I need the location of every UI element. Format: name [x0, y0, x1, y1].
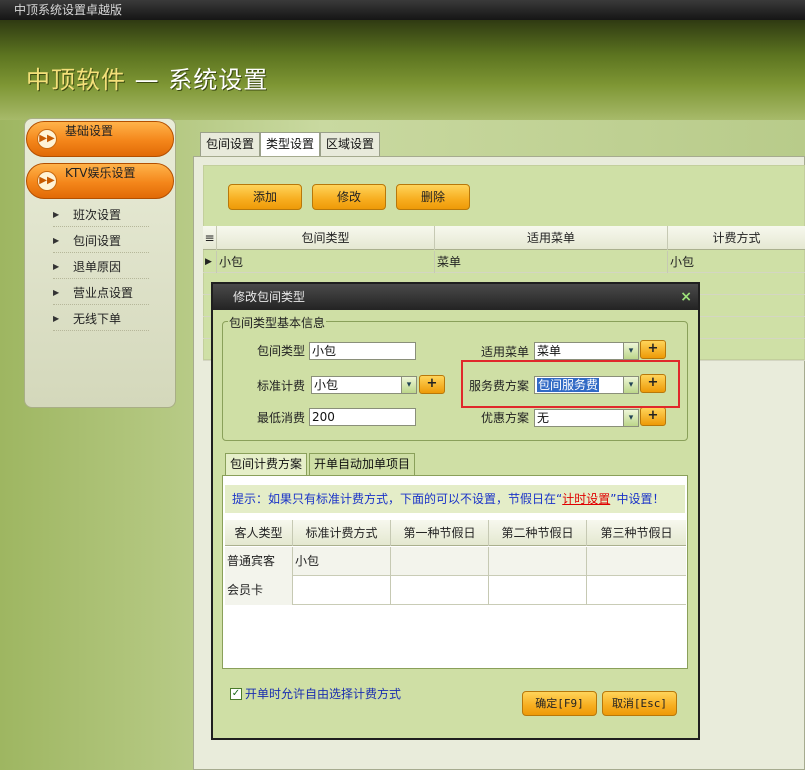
add-menu-button[interactable]: +: [640, 340, 666, 359]
column-header[interactable]: 标准计费方式: [293, 520, 391, 546]
cell-guest-type: 普通宾客: [225, 547, 293, 576]
discount-select[interactable]: 无 ▾: [534, 409, 639, 427]
cell-holiday-2[interactable]: [489, 576, 587, 605]
ok-button[interactable]: 确定[F9]: [522, 691, 597, 716]
caret-right-icon: ▶: [53, 314, 60, 323]
menu-label: 适用菜单: [481, 345, 530, 359]
sidebar: ▶▶ 基础设置 ▶▶ KTV娱乐设置 ▶ 班次设置 ▶ 包间设置 ▶ 退单原因 …: [24, 118, 176, 408]
std-billing-label: 标准计费: [257, 379, 306, 393]
app-title: 中顶软件 — 系统设置: [26, 60, 268, 95]
sidebar-item-refund-reason[interactable]: ▶ 退单原因: [53, 255, 149, 279]
caret-right-icon: ▶: [53, 262, 60, 271]
edit-button[interactable]: 修改: [312, 184, 386, 210]
sidebar-item-outlet[interactable]: ▶ 营业点设置: [53, 281, 149, 305]
cell-holiday-2[interactable]: [489, 547, 587, 576]
min-consume-label: 最低消费: [257, 411, 306, 425]
tab-area-settings[interactable]: 区域设置: [320, 132, 380, 156]
subtab-auto-add-items[interactable]: 开单自动加单项目: [309, 453, 416, 475]
tab-room-settings[interactable]: 包间设置: [200, 132, 260, 156]
menu-select[interactable]: 菜单 ▾: [534, 342, 639, 360]
cell-room-type: 小包: [217, 251, 435, 273]
brand-name: 中顶软件: [26, 66, 126, 94]
hint-suffix: ”中设置！: [610, 492, 665, 506]
hint-text: 提示：如果只有标准计费方式，下面的可以不设置，节假日在“计时设置”中设置！: [225, 485, 685, 513]
discount-value: 无: [537, 411, 550, 425]
sidebar-item-label: 班次设置: [73, 208, 122, 222]
allow-free-choice-label: 开单时允许自由选择计费方式: [245, 687, 402, 701]
sidebar-item-shift[interactable]: ▶ 班次设置: [53, 203, 149, 227]
sidebar-item-label: 包间设置: [73, 234, 122, 248]
sidebar-item-label: 退单原因: [73, 260, 122, 274]
close-icon[interactable]: ×: [680, 284, 692, 310]
fast-forward-icon: ▶▶: [37, 129, 57, 149]
basic-settings-label: 基础设置: [65, 124, 114, 138]
tab-type-settings[interactable]: 类型设置: [260, 132, 320, 157]
caret-right-icon: ▶: [53, 210, 60, 219]
discount-label: 优惠方案: [481, 411, 530, 425]
page-title: 系统设置: [168, 66, 269, 94]
table-row[interactable]: 普通宾客 小包: [225, 547, 686, 576]
chevron-down-icon[interactable]: ▾: [623, 410, 638, 426]
title-dash: —: [134, 66, 160, 94]
table-row[interactable]: ▶ 小包 菜单 小包: [203, 251, 805, 273]
column-header[interactable]: 适用菜单: [435, 226, 668, 250]
row-header-icon: ≡: [203, 226, 217, 250]
std-billing-select[interactable]: 小包 ▾: [311, 376, 417, 394]
cell-holiday-3[interactable]: [587, 576, 686, 605]
chevron-down-icon[interactable]: ▾: [623, 343, 638, 359]
table-row[interactable]: 会员卡: [225, 576, 686, 605]
sidebar-item-wireless[interactable]: ▶ 无线下单: [53, 307, 149, 331]
banner: 中顶软件 — 系统设置: [0, 20, 805, 120]
room-type-label: 包间类型: [257, 344, 306, 358]
chevron-down-icon[interactable]: ▾: [401, 377, 416, 393]
column-header[interactable]: 包间类型: [217, 226, 435, 250]
cell-std-billing[interactable]: 小包: [293, 547, 391, 576]
dialog-title: 修改包间类型: [213, 284, 698, 310]
sidebar-item-rooms[interactable]: ▶ 包间设置: [53, 229, 149, 253]
timing-settings-link[interactable]: 计时设置: [562, 492, 610, 506]
cancel-button[interactable]: 取消[Esc]: [602, 691, 677, 716]
window-title: 中顶系统设置卓越版: [0, 0, 805, 20]
basic-settings-button[interactable]: ▶▶ 基础设置: [26, 121, 174, 157]
std-billing-value: 小包: [314, 378, 339, 392]
cell-menu: 菜单: [435, 251, 668, 273]
column-header[interactable]: 第一种节假日: [391, 520, 489, 546]
type-grid-header: ≡ 包间类型 适用菜单 计费方式: [203, 226, 805, 250]
cell-std-billing[interactable]: [293, 576, 391, 605]
highlight-box: [461, 360, 680, 408]
caret-right-icon: ▶: [53, 236, 60, 245]
cell-holiday-1[interactable]: [391, 547, 489, 576]
sidebar-item-label: 无线下单: [73, 312, 122, 326]
cell-billing: 小包: [670, 255, 695, 269]
cell-holiday-1[interactable]: [391, 576, 489, 605]
billing-table-header: 客人类型 标准计费方式 第一种节假日 第二种节假日 第三种节假日: [225, 520, 686, 546]
column-header[interactable]: 第三种节假日: [587, 520, 686, 546]
sidebar-item-label: 营业点设置: [73, 286, 134, 300]
menu-value: 菜单: [537, 344, 562, 358]
ktv-settings-label: KTV娱乐设置: [65, 166, 136, 180]
room-type-input[interactable]: 小包: [309, 342, 416, 360]
hint-prefix: 提示：如果只有标准计费方式，下面的可以不设置，节假日在“: [232, 492, 563, 506]
caret-right-icon: ▶: [53, 288, 60, 297]
add-discount-button[interactable]: +: [640, 407, 666, 426]
row-selected-icon: ▶: [203, 251, 217, 273]
allow-free-choice-checkbox[interactable]: ✓: [230, 688, 242, 700]
subtab-room-billing[interactable]: 包间计费方案: [225, 453, 308, 475]
column-header[interactable]: 计费方式: [668, 226, 805, 250]
add-button[interactable]: 添加: [228, 184, 302, 210]
cell-guest-type: 会员卡: [225, 576, 293, 605]
basic-info-legend: 包间类型基本信息: [228, 314, 327, 331]
add-std-billing-button[interactable]: +: [419, 375, 445, 394]
fast-forward-icon: ▶▶: [37, 171, 57, 191]
cell-holiday-3[interactable]: [587, 547, 686, 576]
min-consume-input[interactable]: 200: [309, 408, 416, 426]
delete-button[interactable]: 删除: [396, 184, 470, 210]
column-header[interactable]: 客人类型: [225, 520, 293, 546]
ktv-settings-button[interactable]: ▶▶ KTV娱乐设置: [26, 163, 174, 199]
column-header[interactable]: 第二种节假日: [489, 520, 587, 546]
